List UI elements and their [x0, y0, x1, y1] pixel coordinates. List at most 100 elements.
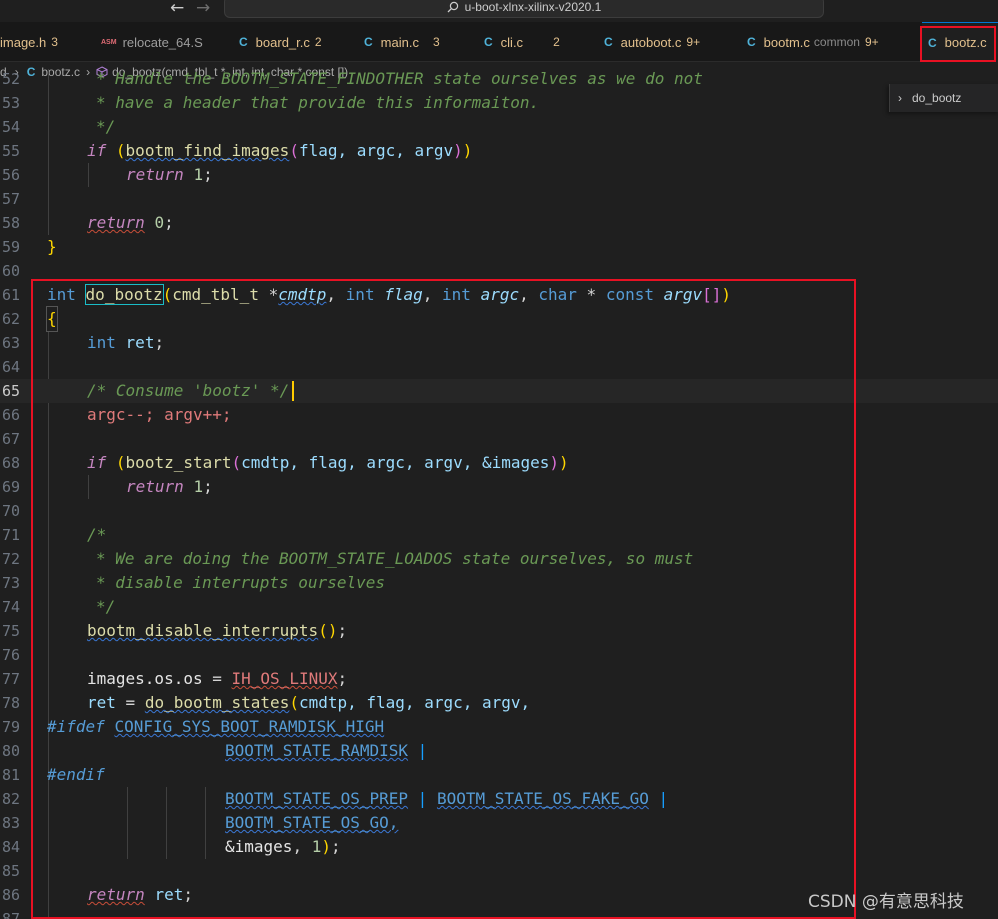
command-center-search[interactable]: u-boot-xlnx-xilinx-v2020.1 — [224, 0, 824, 18]
code-line: 78 ret = do_bootm_states(cmdtp, flag, ar… — [0, 691, 998, 715]
code-text: int ret; — [87, 333, 165, 352]
code-line: 77 images.os.os = IH_OS_LINUX; — [0, 667, 998, 691]
code-text: /* Consume 'bootz' */ — [87, 381, 290, 400]
code-text: /* — [87, 525, 107, 544]
code-text: } — [47, 237, 57, 256]
code-editor[interactable]: 52 * Handle the BOOTM_STATE_FINDOTHER st… — [0, 69, 998, 919]
code-line: 85 — [0, 859, 998, 883]
line-number: 84 — [1, 838, 20, 856]
c-file-icon: C — [364, 35, 373, 49]
back-arrow-icon[interactable]: ← — [170, 0, 184, 18]
code-line: 71 /* — [0, 523, 998, 547]
title-bar: ← → u-boot-xlnx-xilinx-v2020.1 — [0, 0, 998, 22]
code-line: 56 return 1; — [0, 163, 998, 187]
code-text: * We are doing the BOOTM_STATE_LOADOS st… — [96, 549, 694, 568]
line-number: 72 — [1, 550, 20, 568]
forward-arrow-icon[interactable]: → — [196, 0, 210, 18]
code-text: ret = do_bootm_states(cmdtp, flag, argc,… — [87, 693, 531, 712]
tab-image-h[interactable]: image.h 3 — [0, 22, 58, 62]
line-number: 52 — [1, 70, 20, 88]
tab-label: image.h — [0, 34, 47, 50]
tab-main-c[interactable]: C main.c 3 — [364, 22, 440, 62]
tab-bootm-c[interactable]: C bootm.c common 9+ — [747, 22, 879, 62]
code-line: 69 return 1; — [0, 475, 998, 499]
tab-autoboot-c[interactable]: C autoboot.c 9+ — [604, 22, 700, 62]
code-line: 59 } — [0, 235, 998, 259]
code-text: { — [46, 306, 58, 332]
line-number: 73 — [1, 574, 20, 592]
tab-label: bootm.c — [763, 34, 810, 50]
code-text: int do_bootz(cmd_tbl_t *cmdtp, int flag,… — [47, 284, 732, 305]
line-number: 86 — [1, 886, 20, 904]
code-text: return 1; — [126, 477, 213, 496]
problem-count-badge: 2 — [553, 35, 560, 49]
code-text: */ — [96, 597, 116, 616]
code-line: 64 — [0, 355, 998, 379]
line-number: 56 — [1, 166, 20, 184]
tab-cli-c[interactable]: C cli.c 2 — [484, 22, 560, 62]
code-line: 80 BOOTM_STATE_RAMDISK | — [0, 739, 998, 763]
code-line: 68 if (bootz_start(cmdtp, flag, argc, ar… — [0, 451, 998, 475]
line-number: 78 — [1, 694, 20, 712]
code-text: bootm_disable_interrupts(); — [87, 621, 348, 640]
line-number: 87 — [1, 910, 20, 919]
code-line: 54 */ — [0, 115, 998, 139]
line-number: 82 — [1, 790, 20, 808]
tab-label: cli.c — [500, 34, 524, 50]
code-line: 83 BOOTM_STATE_OS_GO, — [0, 811, 998, 835]
problem-count-badge: 2 — [314, 35, 322, 49]
code-line: 58 return 0; — [0, 211, 998, 235]
code-text: * have a header that provide this inform… — [96, 93, 540, 112]
tab-board-r-c[interactable]: C board_r.c 2 — [239, 22, 322, 62]
code-line: 70 — [0, 499, 998, 523]
line-number: 58 — [1, 214, 20, 232]
code-text: return 1; — [126, 165, 213, 184]
code-line: 73 * disable interrupts ourselves — [0, 571, 998, 595]
code-text: #endif — [47, 765, 105, 784]
tab-label: autoboot.c — [620, 34, 682, 50]
code-text: &images, 1); — [225, 837, 341, 856]
line-number: 85 — [1, 862, 20, 880]
editor-tab-bar: image.h 3 ASM relocate_64.S C board_r.c … — [0, 22, 998, 62]
asm-file-icon: ASM — [101, 38, 117, 46]
line-number: 65 — [1, 382, 20, 400]
tab-bootz-c[interactable]: C bootz.c — [922, 22, 998, 62]
tab-label: relocate_64.S — [122, 34, 203, 50]
code-line: 81 #endif — [0, 763, 998, 787]
code-line: 75 bootm_disable_interrupts(); — [0, 619, 998, 643]
line-number: 70 — [1, 502, 20, 520]
tab-label: board_r.c — [255, 34, 310, 50]
c-file-icon: C — [604, 35, 613, 49]
c-file-icon: C — [747, 35, 756, 49]
line-number: 57 — [1, 190, 20, 208]
line-number: 60 — [1, 262, 20, 280]
code-text: BOOTM_STATE_RAMDISK | — [225, 741, 428, 760]
tab-relocate-64-s[interactable]: ASM relocate_64.S — [101, 22, 203, 62]
line-number: 62 — [1, 310, 20, 328]
code-text: BOOTM_STATE_OS_PREP | BOOTM_STATE_OS_FAK… — [225, 789, 669, 808]
line-number: 80 — [1, 742, 20, 760]
line-number: 59 — [1, 238, 20, 256]
code-text: BOOTM_STATE_OS_GO, — [225, 813, 399, 832]
code-text: * Handle the BOOTM_STATE_FINDOTHER state… — [96, 69, 703, 88]
problem-count-badge: 9+ — [864, 35, 879, 49]
code-text: if (bootz_start(cmdtp, flag, argc, argv,… — [87, 453, 569, 472]
search-icon — [447, 1, 458, 13]
code-text: if (bootm_find_images(flag, argc, argv)) — [87, 141, 473, 160]
line-number: 76 — [1, 646, 20, 664]
line-number: 66 — [1, 406, 20, 424]
line-number: 81 — [1, 766, 20, 784]
line-number: 53 — [1, 94, 20, 112]
code-line: 62 { — [0, 306, 998, 332]
line-number: 69 — [1, 478, 20, 496]
code-line: 57 — [0, 187, 998, 211]
line-number: 79 — [1, 718, 20, 736]
line-number: 83 — [1, 814, 20, 832]
line-number: 54 — [1, 118, 20, 136]
code-text: argc--; argv++; — [87, 405, 232, 424]
code-text: return 0; — [87, 213, 174, 232]
code-line: 52 * Handle the BOOTM_STATE_FINDOTHER st… — [0, 69, 998, 91]
problem-count-badge: 3 — [51, 35, 58, 49]
code-line: 84 &images, 1); — [0, 835, 998, 859]
code-text: #ifdef CONFIG_SYS_BOOT_RAMDISK_HIGH — [47, 717, 385, 736]
